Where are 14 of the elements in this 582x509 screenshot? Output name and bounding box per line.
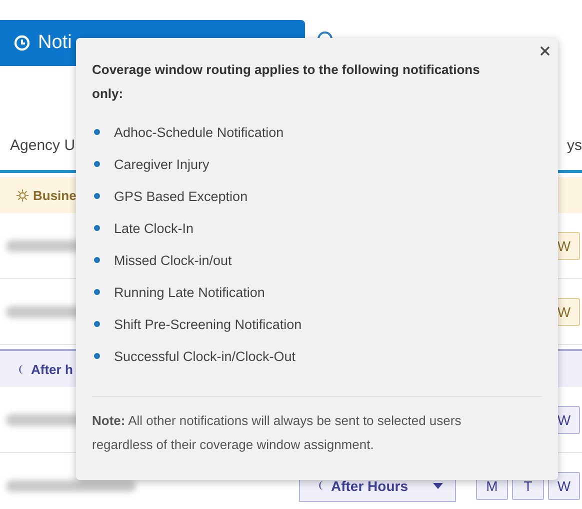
notification-item: Successful Clock-in/Clock-Out [114,348,296,364]
column-header: Agency U [10,136,76,154]
notification-item: Caregiver Injury [114,156,210,172]
notification-item: Adhoc-Schedule Notification [114,124,284,140]
notification-item: Late Clock-In [114,220,194,236]
popover-title: Coverage window routing applies to the following notifications only: [92,61,481,103]
column-header: ys [567,136,582,154]
notification-item: Shift Pre-Screening Notification [114,316,302,332]
group-label: After h [31,362,73,376]
notification-item: GPS Based Exception [114,188,248,204]
note-text: Note: All other notifications will always be sent to selected users regardless of their coverage window assignment. [92,412,462,454]
notification-item: Running Late Notification [114,284,265,300]
group-label: Busine [33,188,76,202]
notification-item: Missed Clock-in/out [114,252,232,268]
